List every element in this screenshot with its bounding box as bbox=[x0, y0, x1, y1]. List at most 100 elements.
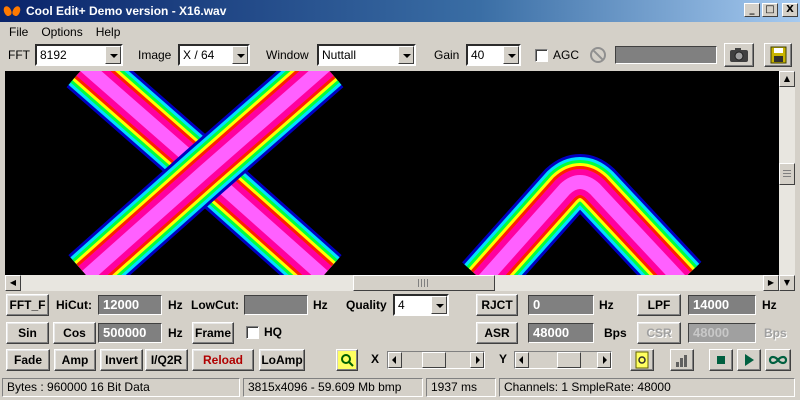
rjct-field[interactable]: 0 bbox=[528, 295, 594, 315]
rjct-unit: Hz bbox=[599, 298, 614, 312]
chevron-down-icon[interactable] bbox=[398, 46, 414, 64]
camera-icon bbox=[730, 48, 748, 62]
equalizer-button[interactable] bbox=[670, 349, 694, 371]
status-image-info: 3815x4096 - 59.609 Mb bmp bbox=[243, 378, 423, 397]
chevron-down-icon[interactable] bbox=[431, 296, 447, 314]
rjct-button[interactable]: RJCT bbox=[476, 294, 518, 316]
status-channels: Channels: 1 SmpleRate: 48000 bbox=[499, 378, 795, 397]
window-title: Cool Edit+ Demo version - X16.wav bbox=[26, 4, 227, 18]
horizontal-scroll-thumb[interactable] bbox=[353, 275, 495, 291]
camera-button[interactable] bbox=[724, 43, 754, 67]
invert-button[interactable]: Invert bbox=[100, 349, 143, 371]
quality-select[interactable]: 4 bbox=[393, 294, 449, 316]
vertical-scroll-thumb[interactable] bbox=[779, 163, 795, 185]
zoom-button[interactable] bbox=[336, 349, 358, 371]
agc-checkbox[interactable] bbox=[535, 49, 548, 62]
floppy-disk-icon bbox=[770, 46, 787, 64]
close-button[interactable]: X bbox=[782, 3, 798, 17]
chevron-down-icon[interactable] bbox=[503, 46, 519, 64]
agc-label: AGC bbox=[553, 48, 580, 62]
csr-field[interactable]: 48000 bbox=[688, 323, 756, 343]
quality-label: Quality bbox=[346, 298, 387, 312]
slider-right-icon[interactable] bbox=[597, 352, 611, 368]
image-scale-select[interactable]: X / 64 bbox=[178, 44, 250, 66]
asr-field[interactable]: 48000 bbox=[528, 323, 594, 343]
gain-value: 40 bbox=[471, 48, 485, 62]
x-slider-thumb[interactable] bbox=[422, 352, 446, 368]
window-function-value: Nuttall bbox=[322, 48, 357, 62]
gain-select[interactable]: 40 bbox=[466, 44, 521, 66]
lpf-button[interactable]: LPF bbox=[637, 294, 681, 316]
lpf-field[interactable]: 14000 bbox=[688, 295, 756, 315]
image-scale-value: X / 64 bbox=[183, 48, 215, 62]
spectrogram-view[interactable] bbox=[5, 71, 779, 275]
chevron-down-icon[interactable] bbox=[105, 46, 121, 64]
asr-unit: Bps bbox=[604, 326, 627, 340]
stop-button[interactable] bbox=[709, 349, 733, 371]
cos-button[interactable]: Cos bbox=[53, 322, 96, 344]
open-file-button[interactable] bbox=[630, 349, 654, 371]
frame-button[interactable]: Frame bbox=[192, 322, 234, 344]
slider-left-icon[interactable] bbox=[515, 352, 529, 368]
vertical-scrollbar[interactable]: ▲ ▼ bbox=[779, 71, 795, 291]
no-entry-icon[interactable] bbox=[590, 47, 606, 63]
menu-options[interactable]: Options bbox=[33, 25, 87, 39]
fft-f-button[interactable]: FFT_F bbox=[6, 294, 49, 316]
menu-help[interactable]: Help bbox=[88, 25, 126, 39]
hicut-field[interactable]: 12000 bbox=[98, 295, 162, 315]
scroll-down-icon[interactable]: ▼ bbox=[779, 275, 795, 291]
scroll-right-icon[interactable]: ▶ bbox=[763, 275, 779, 291]
sin-button[interactable]: Sin bbox=[6, 322, 49, 344]
menu-file[interactable]: File bbox=[0, 25, 33, 39]
status-bytes: Bytes : 960000 16 Bit Data bbox=[2, 378, 240, 397]
play-icon bbox=[745, 354, 754, 366]
amp-button[interactable]: Amp bbox=[54, 349, 96, 371]
butterfly-app-icon bbox=[4, 3, 20, 19]
frequency-unit: Hz bbox=[168, 326, 183, 340]
document-search-icon bbox=[635, 351, 649, 369]
y-slider-thumb[interactable] bbox=[557, 352, 581, 368]
arc-trace bbox=[462, 154, 702, 275]
loop-icon bbox=[768, 355, 788, 365]
lpf-unit: Hz bbox=[762, 298, 777, 312]
scroll-left-icon[interactable]: ◀ bbox=[5, 275, 21, 291]
fft-label: FFT bbox=[8, 48, 30, 62]
lowcut-unit: Hz bbox=[313, 298, 328, 312]
quality-value: 4 bbox=[398, 298, 405, 312]
menu-bar: File Options Help bbox=[0, 22, 800, 41]
spectrogram-settings-toolbar: FFT 8192 Image X / 64 Window Nuttall Gai… bbox=[0, 42, 800, 68]
fft-size-value: 8192 bbox=[40, 48, 67, 62]
asr-button[interactable]: ASR bbox=[476, 322, 518, 344]
frequency-field[interactable]: 500000 bbox=[98, 323, 162, 343]
loamp-button[interactable]: LoAmp bbox=[259, 349, 305, 371]
maximize-button[interactable]: □ bbox=[762, 3, 778, 17]
fft-size-select[interactable]: 8192 bbox=[35, 44, 123, 66]
y-axis-label: Y bbox=[499, 352, 508, 366]
y-zoom-slider[interactable] bbox=[514, 351, 612, 369]
lowcut-label: LowCut: bbox=[191, 298, 239, 312]
window-label: Window bbox=[266, 48, 309, 62]
level-meter bbox=[615, 46, 717, 64]
scroll-up-icon[interactable]: ▲ bbox=[779, 71, 795, 87]
hq-label: HQ bbox=[264, 325, 282, 339]
slider-left-icon[interactable] bbox=[388, 352, 402, 368]
horizontal-scrollbar[interactable]: ◀ ▶ bbox=[5, 275, 779, 291]
hq-checkbox[interactable] bbox=[246, 326, 259, 339]
save-button[interactable] bbox=[764, 43, 792, 67]
play-button[interactable] bbox=[737, 349, 761, 371]
window-function-select[interactable]: Nuttall bbox=[317, 44, 416, 66]
csr-button[interactable]: CSR bbox=[637, 322, 681, 344]
x-zoom-slider[interactable] bbox=[387, 351, 485, 369]
minimize-button[interactable]: _ bbox=[744, 3, 760, 17]
i-q2r-button[interactable]: I/Q2R bbox=[145, 349, 188, 371]
image-label: Image bbox=[138, 48, 172, 62]
equalizer-icon bbox=[676, 355, 687, 367]
lowcut-field[interactable] bbox=[244, 295, 308, 315]
fade-button[interactable]: Fade bbox=[6, 349, 50, 371]
title-bar: Cool Edit+ Demo version - X16.wav _ □ X bbox=[0, 0, 800, 22]
reload-button[interactable]: Reload bbox=[192, 349, 254, 371]
chevron-down-icon[interactable] bbox=[232, 46, 248, 64]
loop-button[interactable] bbox=[765, 349, 791, 371]
slider-right-icon[interactable] bbox=[470, 352, 484, 368]
status-bar: Bytes : 960000 16 Bit Data 3815x4096 - 5… bbox=[0, 376, 800, 400]
